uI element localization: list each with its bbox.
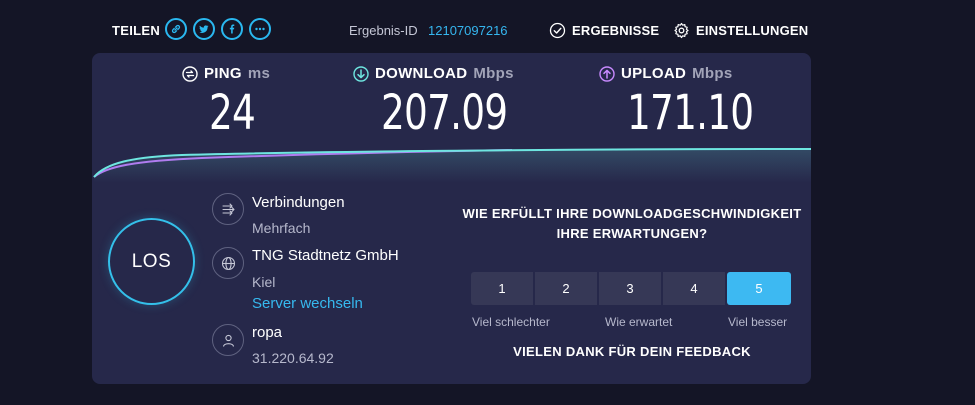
ping-label: PING bbox=[204, 65, 242, 82]
ping-icon bbox=[182, 65, 198, 82]
upload-unit: Mbps bbox=[692, 65, 733, 82]
top-bar: TEILEN Ergebnis-ID 12107097216 ERGEBNISS… bbox=[0, 0, 975, 52]
rating-option-1[interactable]: 1 bbox=[471, 272, 533, 305]
connections-value[interactable]: Mehrfach bbox=[252, 220, 310, 236]
server-icon-wrap bbox=[212, 247, 244, 279]
feedback-question: WIE ERFÜLLT IHRE DOWNLOADGESCHWINDIGKEIT… bbox=[462, 206, 802, 241]
feedback-thanks: VIELEN DANK FÜR DEIN FEEDBACK bbox=[513, 344, 751, 359]
result-id-value[interactable]: 12107097216 bbox=[428, 23, 508, 38]
rating-option-2[interactable]: 2 bbox=[535, 272, 597, 305]
check-circle-icon bbox=[549, 22, 566, 38]
result-panel: PING ms 24 DOWNLOAD Mbps 207.09 UPLOAD M… bbox=[92, 53, 811, 384]
user-icon bbox=[222, 334, 234, 347]
share-label: TEILEN bbox=[112, 23, 161, 38]
settings-button[interactable]: EINSTELLUNGEN bbox=[673, 20, 808, 40]
ping-metric: PING ms 24 bbox=[182, 65, 270, 137]
upload-value: 171.10 bbox=[627, 85, 754, 141]
rating-option-3[interactable]: 3 bbox=[599, 272, 661, 305]
server-location: Kiel bbox=[252, 274, 276, 290]
upload-arrow-icon bbox=[599, 65, 615, 82]
ping-value: 24 bbox=[209, 85, 256, 141]
user-icon-wrap bbox=[212, 324, 244, 356]
result-id-label: Ergebnis-ID bbox=[349, 23, 418, 38]
link-icon[interactable] bbox=[165, 18, 187, 40]
facebook-icon[interactable] bbox=[221, 18, 243, 40]
download-metric: DOWNLOAD Mbps 207.09 bbox=[353, 65, 543, 137]
connections-title: Verbindungen bbox=[252, 194, 345, 211]
download-header: DOWNLOAD Mbps bbox=[353, 65, 543, 82]
results-label: ERGEBNISSE bbox=[572, 22, 660, 38]
speed-graph bbox=[93, 148, 811, 183]
more-icon[interactable] bbox=[249, 18, 271, 40]
settings-label: EINSTELLUNGEN bbox=[696, 22, 809, 38]
server-name: TNG Stadtnetz GmbH bbox=[252, 247, 399, 264]
change-server-link[interactable]: Server wechseln bbox=[252, 295, 363, 312]
connections-icon bbox=[221, 202, 235, 216]
download-unit: Mbps bbox=[473, 65, 514, 82]
download-label: DOWNLOAD bbox=[375, 65, 468, 82]
scale-low-label: Viel schlechter bbox=[472, 315, 550, 329]
go-button[interactable]: LOS bbox=[108, 218, 195, 305]
upload-label: UPLOAD bbox=[621, 65, 687, 82]
upload-header: UPLOAD Mbps bbox=[599, 65, 789, 82]
user-ip: 31.220.64.92 bbox=[252, 350, 334, 366]
scale-high-label: Viel besser bbox=[728, 315, 788, 329]
scale-mid-label: Wie erwartet bbox=[605, 315, 673, 329]
globe-icon bbox=[221, 256, 235, 270]
rating-scale: 1 2 3 4 5 bbox=[471, 272, 791, 305]
rating-option-4[interactable]: 4 bbox=[663, 272, 725, 305]
connections-icon-wrap[interactable] bbox=[212, 193, 244, 225]
upload-metric: UPLOAD Mbps 171.10 bbox=[599, 65, 789, 137]
download-value: 207.09 bbox=[381, 85, 508, 141]
rating-option-5[interactable]: 5 bbox=[727, 272, 791, 305]
user-provider: ropa bbox=[252, 324, 283, 341]
gear-icon bbox=[674, 22, 689, 38]
go-button-label: LOS bbox=[131, 250, 172, 272]
ping-unit: ms bbox=[247, 65, 271, 82]
results-button[interactable]: ERGEBNISSE bbox=[549, 20, 659, 40]
download-arrow-icon bbox=[353, 65, 369, 82]
ping-header: PING ms bbox=[182, 65, 270, 82]
twitter-icon[interactable] bbox=[193, 18, 215, 40]
